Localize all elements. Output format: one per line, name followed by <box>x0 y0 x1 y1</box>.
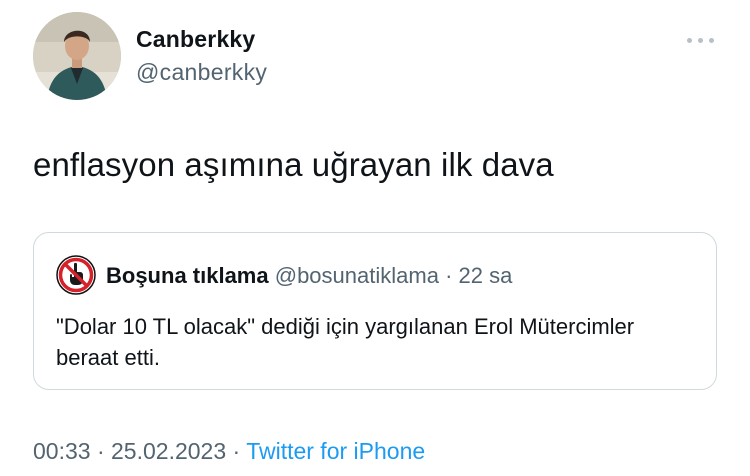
quoted-tweet-card[interactable]: Boşuna tıklama @bosunatiklama · 22 sa "D… <box>33 232 717 390</box>
quoted-tweet-text: "Dolar 10 TL olacak" dediği için yargıla… <box>56 314 635 370</box>
footer-separator: · <box>232 438 241 464</box>
quoted-author-avatar[interactable] <box>56 255 96 295</box>
author-display-name[interactable]: Canberkky <box>136 26 255 53</box>
quoted-author-handle[interactable]: @bosunatiklama <box>275 263 439 288</box>
tweet-text: enflasyon aşımına uğrayan ilk dava <box>33 146 554 183</box>
quoted-tweet-header: Boşuna tıklama @bosunatiklama · 22 sa <box>106 263 512 289</box>
quoted-author-display-name[interactable]: Boşuna tıklama <box>106 263 269 288</box>
more-options-button[interactable] <box>680 26 720 54</box>
quoted-tweet-time[interactable]: 22 sa <box>459 263 513 288</box>
avatar-photo <box>33 12 121 100</box>
meta-separator: · <box>445 263 453 288</box>
author-avatar[interactable] <box>33 12 121 100</box>
tweet-footer: 00:33 · 25.02.2023 · Twitter for iPhone <box>33 438 425 465</box>
tweet-time[interactable]: 00:33 <box>33 438 91 464</box>
tweet-date[interactable]: 25.02.2023 <box>111 438 226 464</box>
author-handle[interactable]: @canberkky <box>136 59 267 86</box>
tweet-source-link[interactable]: Twitter for iPhone <box>246 438 425 464</box>
no-pointing-hand-icon <box>56 255 96 295</box>
footer-separator: · <box>96 438 105 464</box>
